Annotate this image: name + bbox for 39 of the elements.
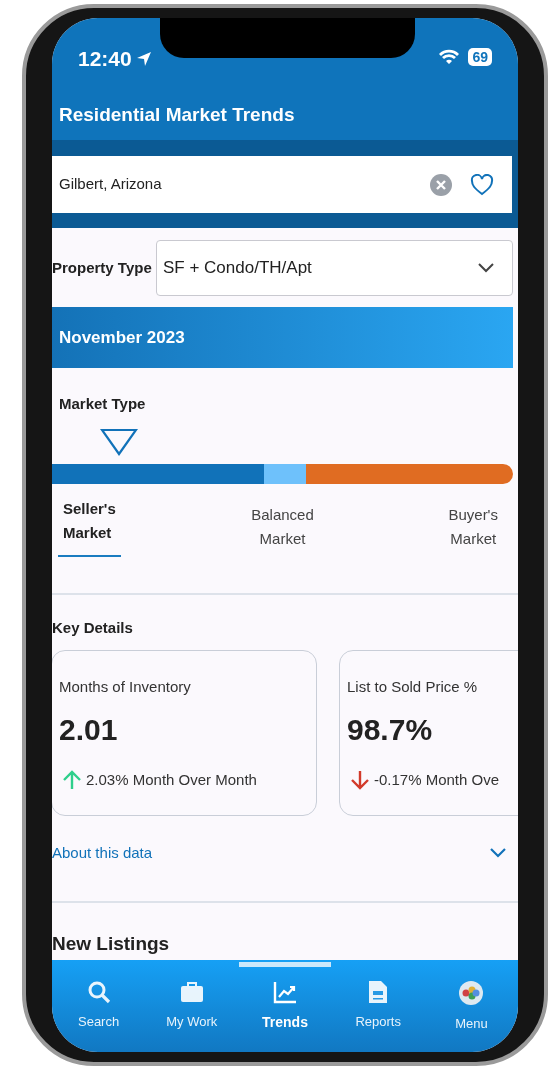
property-type-label: Property Type bbox=[52, 257, 153, 278]
wifi-icon bbox=[438, 49, 461, 65]
nav-tab[interactable]: My Work bbox=[145, 968, 239, 1052]
status-time: 12:40 bbox=[78, 48, 132, 69]
search-value: Gilbert, Arizona bbox=[59, 174, 163, 195]
battery-level: 69 bbox=[468, 48, 492, 66]
market-type-label: Balanced Market bbox=[250, 504, 315, 549]
market-type-label: Seller's Market bbox=[58, 496, 121, 557]
nav-tab[interactable]: Search bbox=[52, 968, 146, 1052]
metric-title: List to Sold Price % bbox=[347, 677, 479, 697]
briefcase-icon bbox=[179, 980, 204, 1004]
location-arrow-icon bbox=[135, 50, 152, 67]
nav-tab[interactable]: Trends bbox=[238, 968, 332, 1052]
period-title: November 2023 bbox=[59, 326, 185, 349]
market-type-title: Market Type bbox=[59, 394, 147, 414]
key-details-title: Key Details bbox=[52, 617, 134, 638]
search-field[interactable]: Gilbert, Arizona bbox=[52, 156, 512, 213]
trend-chart-icon bbox=[273, 980, 297, 1004]
heart-icon[interactable] bbox=[470, 173, 494, 196]
property-type-select[interactable]: SF + Condo/TH/Apt bbox=[156, 240, 513, 296]
metric-value: 98.7% bbox=[347, 714, 434, 745]
app-logo-icon bbox=[458, 980, 485, 1006]
section-title: New Listings bbox=[52, 932, 171, 955]
chevron-down-icon[interactable] bbox=[490, 848, 506, 859]
arrow-down-icon bbox=[350, 769, 370, 790]
clear-icon[interactable] bbox=[430, 173, 452, 196]
market-type-label: Buyer's Market bbox=[447, 504, 499, 549]
arrow-up-icon bbox=[62, 769, 82, 790]
page-title: Residential Market Trends bbox=[59, 102, 295, 127]
metric-title: Months of Inventory bbox=[59, 677, 192, 697]
document-icon bbox=[368, 980, 389, 1004]
chevron-down-icon bbox=[478, 263, 494, 273]
search-icon bbox=[86, 980, 111, 1004]
metric-value: 2.01 bbox=[59, 714, 119, 745]
metric-change: 2.03% Month Over Month bbox=[86, 769, 257, 790]
nav-tab[interactable]: Reports bbox=[331, 968, 425, 1052]
metric-change: -0.17% Month Ove bbox=[374, 769, 500, 790]
about-data-link[interactable]: About this data bbox=[52, 842, 490, 865]
nav-tab[interactable]: Menu bbox=[424, 968, 518, 1052]
